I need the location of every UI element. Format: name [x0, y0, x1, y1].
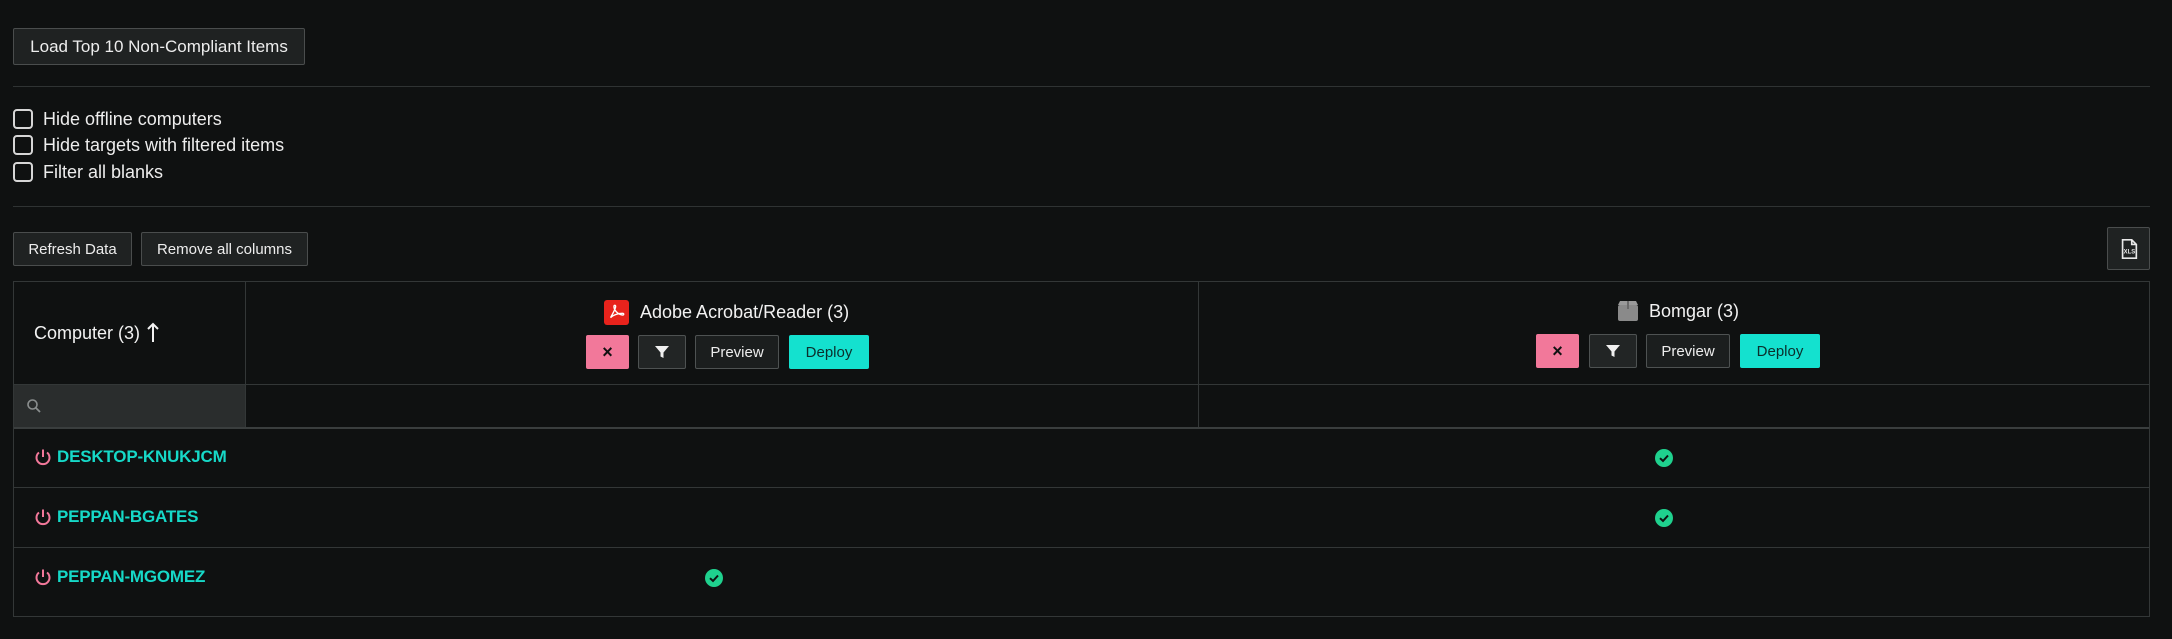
filter-adobe-button[interactable]: [638, 335, 686, 369]
computer-name-link[interactable]: PEPPAN-MGOMEZ: [57, 567, 205, 587]
power-icon: [34, 508, 52, 526]
bomgar-column-header: Bomgar (3): [1617, 300, 1739, 322]
filter-bomgar-button[interactable]: [1589, 334, 1637, 368]
preview-bomgar-button[interactable]: Preview: [1646, 334, 1730, 368]
search-divider: [14, 427, 2149, 429]
remove-bomgar-column-button[interactable]: ×: [1536, 334, 1579, 368]
row-divider: [14, 487, 2149, 488]
load-top10-button[interactable]: Load Top 10 Non-Compliant Items: [13, 28, 305, 65]
filter-funnel-icon: [655, 346, 669, 358]
computer-name-link[interactable]: PEPPAN-BGATES: [57, 507, 198, 527]
filter-all-blanks[interactable]: Filter all blanks: [13, 160, 163, 184]
adobe-column-header: Adobe Acrobat/Reader (3): [604, 300, 849, 325]
check-circle-icon: [1655, 449, 1673, 467]
filter-blanks-checkbox[interactable]: [13, 162, 33, 182]
remove-adobe-column-button[interactable]: ×: [586, 335, 629, 369]
bomgar-column-title: Bomgar (3): [1649, 300, 1740, 321]
deploy-bomgar-button[interactable]: Deploy: [1740, 334, 1820, 368]
svg-text:XLS: XLS: [2123, 249, 2135, 255]
table-row-computer[interactable]: DESKTOP-KNUKJCM: [34, 445, 227, 469]
computer-search-field[interactable]: [14, 385, 245, 427]
filter-blanks-label: Filter all blanks: [43, 161, 164, 182]
computer-name-link[interactable]: DESKTOP-KNUKJCM: [57, 447, 227, 467]
divider: [13, 206, 2150, 207]
refresh-data-button[interactable]: Refresh Data: [13, 232, 132, 266]
remove-all-columns-button[interactable]: Remove all columns: [141, 232, 308, 266]
deploy-adobe-button[interactable]: Deploy: [789, 335, 869, 369]
check-circle-icon: [1655, 509, 1673, 527]
row-divider: [14, 547, 2149, 548]
search-icon: [27, 399, 41, 413]
power-icon: [34, 568, 52, 586]
compliance-page: Load Top 10 Non-Compliant Items Hide off…: [0, 0, 2172, 639]
filter-hide-filtered[interactable]: Hide targets with filtered items: [13, 133, 284, 157]
hide-offline-label: Hide offline computers: [43, 108, 222, 129]
power-icon: [34, 448, 52, 466]
sort-arrow-up-icon: [147, 322, 159, 342]
table-row-computer[interactable]: PEPPAN-BGATES: [34, 505, 198, 529]
search-input[interactable]: [50, 397, 230, 415]
table-row-computer[interactable]: PEPPAN-MGOMEZ: [34, 565, 205, 589]
column-divider: [1198, 282, 1199, 427]
computer-column-header[interactable]: Computer (3): [34, 322, 160, 344]
adobe-pdf-icon: [604, 300, 629, 325]
xls-file-icon: XLS: [2121, 238, 2137, 259]
adobe-column-title: Adobe Acrobat/Reader (3): [640, 302, 850, 322]
column-divider: [245, 282, 246, 427]
computer-header-label: Computer (3): [34, 322, 141, 343]
divider: [13, 86, 2150, 87]
compliance-table: Computer (3) Adobe Acrobat/Reader (3) ×: [13, 281, 2150, 617]
header-divider: [14, 384, 2149, 385]
package-icon: [1617, 300, 1639, 322]
filter-funnel-icon: [1606, 345, 1620, 357]
filter-hide-offline[interactable]: Hide offline computers: [13, 107, 222, 131]
export-xls-button[interactable]: XLS: [2107, 227, 2150, 270]
hide-filtered-label: Hide targets with filtered items: [43, 134, 285, 155]
hide-filtered-checkbox[interactable]: [13, 135, 33, 155]
check-circle-icon: [705, 569, 723, 587]
hide-offline-checkbox[interactable]: [13, 109, 33, 129]
preview-adobe-button[interactable]: Preview: [695, 335, 779, 369]
